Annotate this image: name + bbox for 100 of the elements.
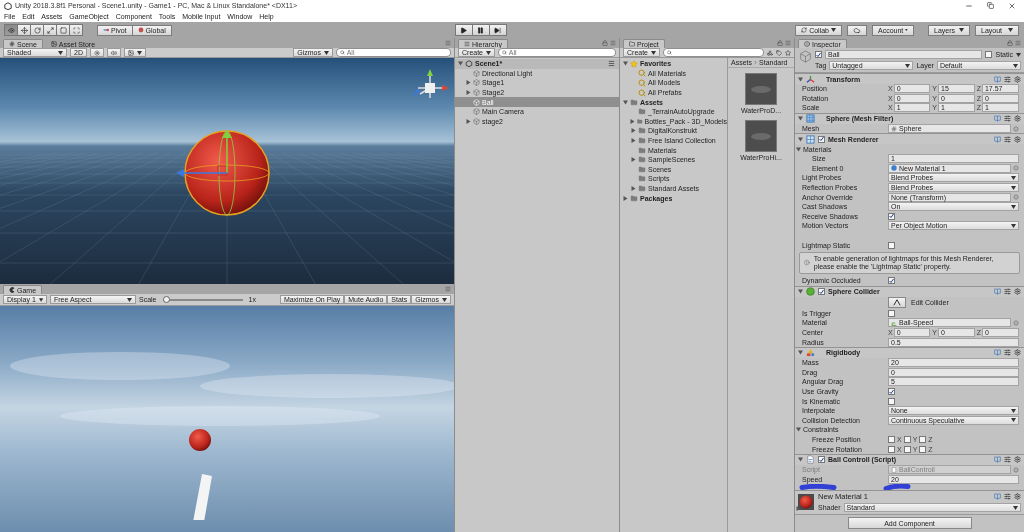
filter-type-icon[interactable]: [767, 49, 773, 56]
collapsed-arrow-icon[interactable]: [796, 506, 801, 512]
settings-icon[interactable]: [1014, 288, 1021, 296]
expanded-arrow-icon[interactable]: [457, 61, 463, 67]
cube-icon: [473, 69, 480, 77]
checkbox[interactable]: [985, 51, 993, 58]
edit-collider-button[interactable]: [888, 297, 906, 309]
collapsed-arrow-icon[interactable]: [630, 138, 636, 144]
expanded-arrow-icon[interactable]: [796, 146, 801, 152]
folder-icon: [638, 127, 646, 135]
checkbox[interactable]: [888, 241, 895, 249]
tool-button[interactable]: [56, 24, 70, 36]
menu-icon[interactable]: [608, 60, 615, 68]
checkbox[interactable]: [919, 445, 927, 453]
help-icon[interactable]: [994, 135, 1001, 143]
collapsed-arrow-icon[interactable]: [465, 118, 471, 124]
expanded-arrow-icon[interactable]: [798, 76, 803, 82]
settings-icon[interactable]: [1014, 75, 1021, 83]
help-icon[interactable]: [994, 349, 1001, 357]
expanded-arrow-icon[interactable]: [622, 99, 628, 105]
caret-icon: [1013, 505, 1018, 510]
preset-icon[interactable]: [1004, 288, 1011, 296]
sun-icon: [93, 49, 100, 56]
orientation-gizmo-icon[interactable]: [413, 69, 449, 99]
lighting-button[interactable]: [89, 48, 104, 57]
play-button[interactable]: [454, 24, 473, 36]
checkbox[interactable]: [888, 309, 895, 317]
close-icon[interactable]: [1008, 1, 1016, 10]
collapsed-arrow-icon[interactable]: [622, 195, 628, 201]
checkbox[interactable]: [888, 388, 895, 396]
caret-icon: [651, 50, 656, 55]
settings-icon[interactable]: [1014, 115, 1021, 123]
pacman-icon: [9, 287, 15, 293]
expanded-arrow-icon[interactable]: [798, 116, 803, 122]
cube-icon: [799, 50, 812, 63]
preset-icon[interactable]: [1004, 349, 1011, 357]
expanded-arrow-icon[interactable]: [798, 457, 803, 463]
asset-thumbnail[interactable]: [745, 73, 777, 105]
expanded-arrow-icon[interactable]: [622, 61, 628, 67]
slider-thumb[interactable]: [162, 295, 170, 303]
checkbox[interactable]: [903, 445, 911, 453]
collapsed-arrow-icon[interactable]: [630, 128, 636, 134]
checkbox[interactable]: [888, 397, 895, 405]
checkbox[interactable]: [888, 277, 895, 285]
expanded-arrow-icon[interactable]: [798, 289, 803, 295]
checkbox[interactable]: [919, 436, 927, 443]
collapsed-arrow-icon[interactable]: [630, 157, 636, 163]
checkbox[interactable]: [818, 288, 825, 296]
collapsed-arrow-icon[interactable]: [630, 186, 636, 191]
settings-icon[interactable]: [1014, 135, 1021, 143]
settings-icon[interactable]: [1014, 456, 1021, 464]
cloud-button[interactable]: [847, 24, 867, 36]
script-icon: [891, 466, 897, 473]
expanded-arrow-icon[interactable]: [798, 350, 803, 356]
preset-icon[interactable]: [1004, 456, 1011, 464]
help-icon[interactable]: [994, 115, 1001, 123]
preset-icon[interactable]: [1004, 135, 1011, 143]
tool-button[interactable]: [17, 24, 31, 36]
audio-button[interactable]: [106, 48, 121, 57]
tool-button[interactable]: [43, 24, 57, 36]
cloud-icon: [853, 26, 861, 34]
settings-icon[interactable]: [1014, 493, 1021, 501]
checkbox[interactable]: [888, 212, 895, 220]
preset-icon[interactable]: [1004, 493, 1011, 501]
caret-icon: [1016, 52, 1021, 57]
scale-icon: [46, 26, 54, 34]
restore-icon[interactable]: [987, 1, 994, 9]
checkbox[interactable]: [903, 436, 911, 443]
script-icon: [806, 455, 815, 465]
help-icon[interactable]: [994, 493, 1001, 501]
preset-icon[interactable]: [1004, 75, 1011, 83]
lock-icon[interactable]: [1007, 40, 1013, 46]
collapsed-arrow-icon[interactable]: [465, 90, 471, 96]
checkbox[interactable]: [818, 135, 825, 143]
lock-icon[interactable]: [602, 40, 608, 46]
checkbox[interactable]: [818, 456, 825, 464]
star-icon[interactable]: [785, 49, 791, 56]
settings-icon[interactable]: [1014, 349, 1021, 357]
checkbox[interactable]: [815, 51, 822, 58]
checkbox[interactable]: [888, 445, 895, 453]
effects-button[interactable]: [123, 48, 146, 57]
info-icon: [804, 41, 810, 47]
water-icon: [751, 85, 771, 93]
expanded-arrow-icon[interactable]: [796, 427, 801, 433]
lock-icon[interactable]: [777, 40, 783, 46]
asset-thumbnail[interactable]: [745, 120, 777, 152]
collapsed-arrow-icon[interactable]: [465, 80, 471, 86]
collapsed-arrow-icon[interactable]: [630, 118, 635, 124]
tool-button[interactable]: [4, 24, 18, 36]
caret-icon: [136, 50, 142, 55]
tool-button[interactable]: [69, 24, 83, 36]
expanded-arrow-icon[interactable]: [798, 136, 803, 142]
checkbox[interactable]: [888, 436, 895, 443]
scale-slider[interactable]: [162, 298, 243, 301]
preset-icon[interactable]: [1004, 115, 1011, 123]
help-icon[interactable]: [994, 288, 1001, 296]
label-icon[interactable]: [776, 49, 782, 56]
help-icon[interactable]: [994, 75, 1001, 83]
tool-button[interactable]: [30, 24, 44, 36]
help-icon[interactable]: [994, 456, 1001, 464]
